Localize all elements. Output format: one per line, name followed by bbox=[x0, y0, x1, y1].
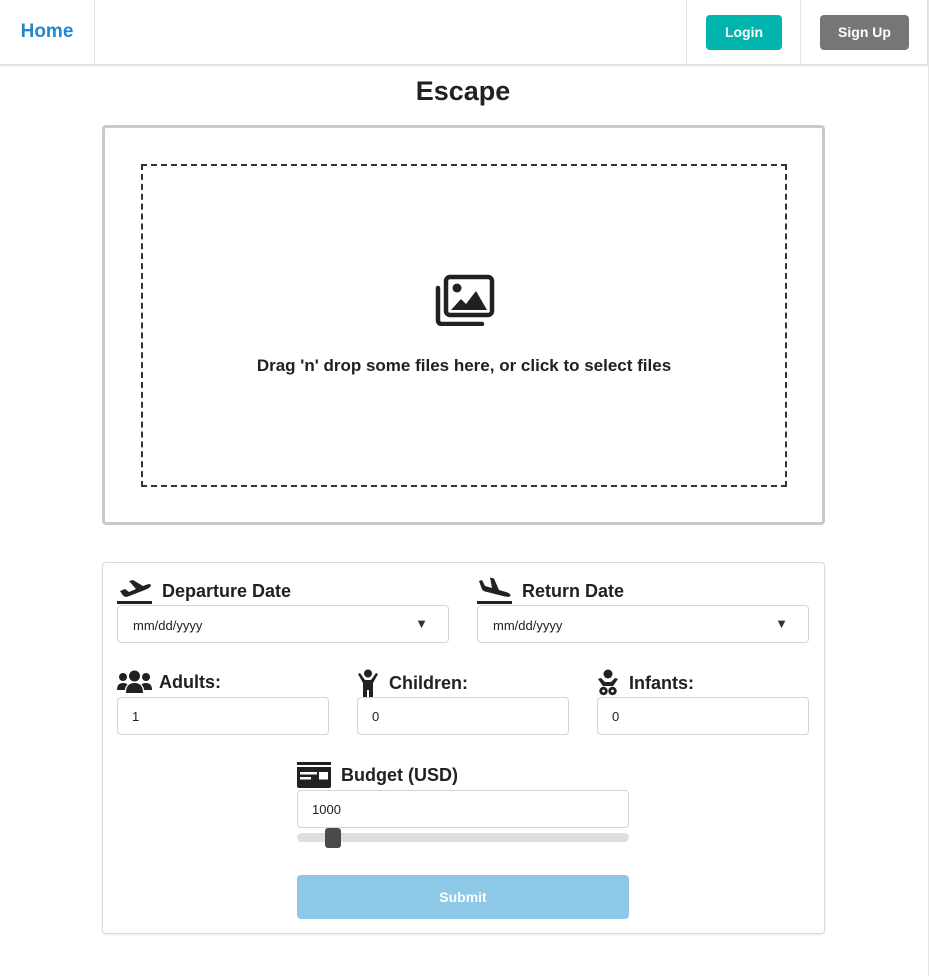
submit-button[interactable]: Submit bbox=[297, 875, 629, 919]
departure-date-label: Departure Date bbox=[117, 577, 291, 605]
dropzone-text: Drag 'n' drop some files here, or click … bbox=[256, 356, 672, 375]
images-icon bbox=[435, 274, 495, 326]
adults-label: Adults: bbox=[117, 669, 221, 695]
departure-date-value: mm/dd/yyyy bbox=[133, 618, 203, 633]
search-form: Departure Date mm/dd/yyyy ▼ Return Date … bbox=[102, 562, 825, 934]
home-link[interactable]: Home bbox=[0, 0, 95, 64]
children-input[interactable] bbox=[357, 697, 569, 735]
departure-date-input[interactable]: mm/dd/yyyy ▼ bbox=[117, 605, 449, 643]
return-date-label: Return Date bbox=[477, 577, 624, 605]
dropzone-container: Drag 'n' drop some files here, or click … bbox=[102, 125, 825, 525]
departure-date-label-text: Departure Date bbox=[162, 580, 292, 601]
chevron-down-icon: ▼ bbox=[775, 616, 788, 631]
login-cell: Login bbox=[686, 0, 801, 64]
infants-label: Infants: bbox=[597, 669, 694, 697]
return-date-value: mm/dd/yyyy bbox=[493, 618, 563, 633]
plane-arrival-icon bbox=[477, 577, 512, 604]
dropzone[interactable]: Drag 'n' drop some files here, or click … bbox=[141, 164, 787, 487]
children-label: Children: bbox=[357, 669, 468, 697]
return-date-label-text: Return Date bbox=[522, 580, 625, 601]
signup-button[interactable]: Sign Up bbox=[820, 14, 909, 50]
top-navbar: Home Login Sign Up bbox=[0, 0, 928, 65]
budget-label-text: Budget (USD) bbox=[341, 764, 458, 785]
plane-departure-icon bbox=[117, 580, 152, 604]
adults-input[interactable] bbox=[117, 697, 329, 735]
signup-cell: Sign Up bbox=[800, 0, 928, 64]
children-label-text: Children: bbox=[389, 672, 468, 693]
page-title: Escape bbox=[415, 76, 511, 106]
baby-icon bbox=[598, 669, 618, 696]
users-icon bbox=[117, 670, 152, 693]
infants-input[interactable] bbox=[597, 697, 809, 735]
money-check-icon bbox=[297, 762, 331, 788]
chevron-down-icon: ▼ bbox=[415, 616, 428, 631]
login-button[interactable]: Login bbox=[706, 14, 782, 50]
budget-label: Budget (USD) bbox=[297, 762, 458, 788]
return-date-input[interactable]: mm/dd/yyyy ▼ bbox=[477, 605, 809, 643]
budget-input[interactable] bbox=[297, 790, 629, 828]
infants-label-text: Infants: bbox=[629, 672, 694, 693]
child-icon bbox=[358, 669, 378, 697]
adults-label-text: Adults: bbox=[159, 671, 221, 692]
budget-slider[interactable] bbox=[297, 828, 629, 848]
budget-slider-handle[interactable] bbox=[325, 828, 341, 848]
